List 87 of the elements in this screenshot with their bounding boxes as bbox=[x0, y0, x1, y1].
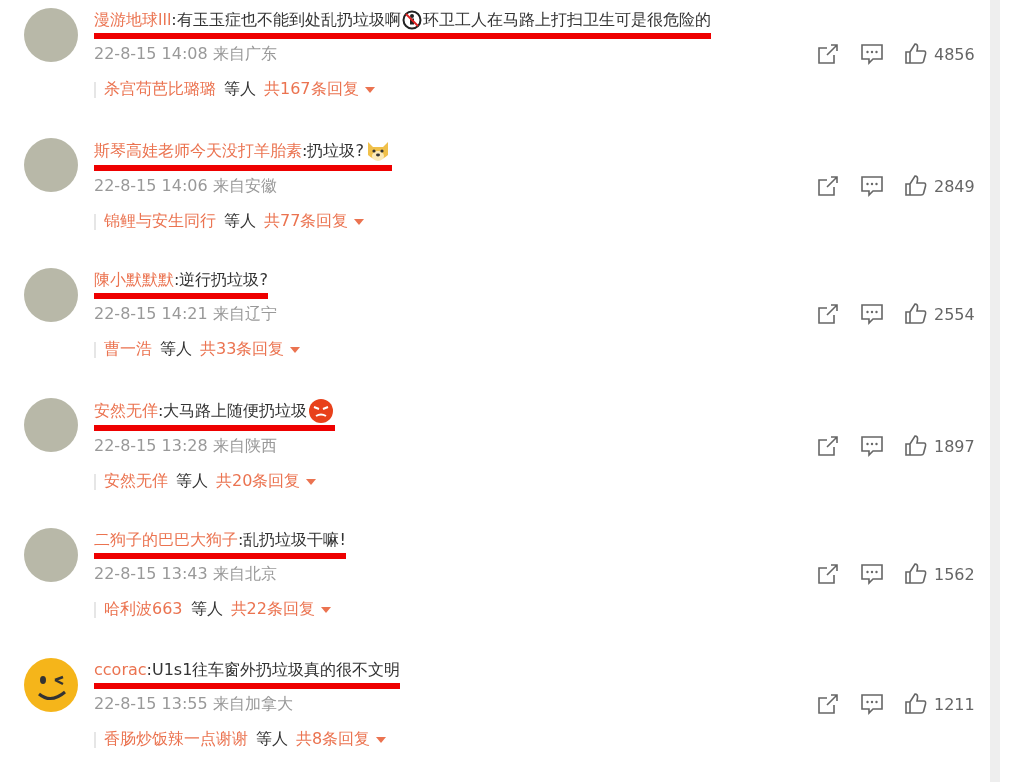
comment-time: 22-8-15 14:08 来自广东 bbox=[94, 43, 277, 65]
share-icon bbox=[816, 692, 840, 716]
comment-time: 22-8-15 13:43 来自北京 bbox=[94, 563, 277, 585]
angry-face-emoji-icon bbox=[308, 398, 335, 424]
username-link[interactable]: 斯琴高娃老师今天没打羊胎素 bbox=[94, 139, 302, 163]
reply-label: 等人 bbox=[190, 599, 223, 620]
share-button[interactable] bbox=[816, 434, 840, 458]
share-button[interactable] bbox=[816, 692, 840, 716]
share-button[interactable] bbox=[816, 562, 840, 586]
reply-count-link[interactable]: 共77条回复 bbox=[264, 211, 365, 232]
reply-user-link[interactable]: 哈利波663 bbox=[104, 599, 183, 620]
avatar-photo bbox=[24, 268, 78, 322]
thumbs-up-icon bbox=[904, 302, 928, 326]
comment-icon bbox=[860, 562, 884, 586]
comment-button[interactable] bbox=[860, 434, 884, 458]
thumbs-up-icon bbox=[904, 562, 928, 586]
share-icon bbox=[816, 42, 840, 66]
comment-icon bbox=[860, 692, 884, 716]
avatar-photo bbox=[24, 8, 78, 62]
caret-icon bbox=[306, 477, 317, 486]
comment-icon bbox=[860, 42, 884, 66]
comment-time: 22-8-15 14:21 来自辽宁 bbox=[94, 303, 277, 325]
like-button[interactable]: 1211 bbox=[904, 692, 984, 716]
like-button[interactable]: 1562 bbox=[904, 562, 984, 586]
reply-user-link[interactable]: 安然无佯 bbox=[104, 471, 168, 492]
comment-text: :U1s1往车窗外扔垃圾真的很不文明 bbox=[146, 659, 401, 681]
like-button[interactable]: 2554 bbox=[904, 302, 984, 326]
share-icon bbox=[816, 302, 840, 326]
comment-text: 环卫工人在马路上打扫卫生可是很危险的 bbox=[422, 9, 711, 31]
caret-icon bbox=[290, 345, 301, 354]
reply-count-link[interactable]: 共167条回复 bbox=[264, 79, 375, 100]
username-link[interactable]: 漫游地球lll bbox=[94, 8, 172, 32]
avatar-photo bbox=[24, 398, 78, 452]
avatar-photo bbox=[24, 528, 78, 582]
thumbs-up-icon bbox=[904, 174, 928, 198]
share-button[interactable] bbox=[816, 42, 840, 66]
comment-icon bbox=[860, 434, 884, 458]
reply-user-link[interactable]: 曹一浩 bbox=[104, 339, 152, 360]
reply-user-link[interactable]: 杀宫苟芭比璐璐 bbox=[104, 79, 216, 100]
caret-icon bbox=[320, 605, 331, 614]
thumbs-up-icon bbox=[904, 692, 928, 716]
reply-label: 等人 bbox=[256, 729, 288, 750]
share-button[interactable] bbox=[816, 174, 840, 198]
like-button[interactable]: 1897 bbox=[904, 434, 984, 458]
winking-smiley-avatar bbox=[24, 658, 78, 712]
username-link[interactable]: 二狗子的巴巴大狗子 bbox=[94, 528, 238, 552]
like-button[interactable]: 2849 bbox=[904, 174, 984, 198]
reply-label: 等人 bbox=[224, 79, 256, 100]
comment-button[interactable] bbox=[860, 42, 884, 66]
share-icon bbox=[816, 174, 840, 198]
comment-text: :逆行扔垃圾? bbox=[174, 269, 268, 291]
reply-count-link[interactable]: 共33条回复 bbox=[200, 339, 301, 360]
username-link[interactable]: 陳小默默默 bbox=[94, 268, 174, 292]
thumbs-up-icon bbox=[904, 434, 928, 458]
reply-user-link[interactable]: 香肠炒饭辣一点谢谢 bbox=[104, 729, 248, 750]
comment-text: :扔垃圾? bbox=[302, 140, 364, 162]
reply-count-link[interactable]: 共22条回复 bbox=[230, 599, 331, 620]
comment-button[interactable] bbox=[860, 692, 884, 716]
share-icon bbox=[816, 434, 840, 458]
comment-button[interactable] bbox=[860, 562, 884, 586]
thumbs-up-icon bbox=[904, 42, 928, 66]
comment-button[interactable] bbox=[860, 174, 884, 198]
username-link[interactable]: 安然无佯 bbox=[94, 399, 158, 423]
caret-icon bbox=[354, 217, 365, 226]
comment-text: :有玉玉症也不能到处乱扔垃圾啊 bbox=[171, 9, 401, 31]
comment-button[interactable] bbox=[860, 302, 884, 326]
caret-icon bbox=[364, 85, 375, 94]
no-litter-sign-icon bbox=[401, 10, 422, 30]
comment-time: 22-8-15 13:28 来自陕西 bbox=[94, 435, 277, 457]
comment-time: 22-8-15 14:06 来自安徽 bbox=[94, 175, 277, 197]
comment-time: 22-8-15 13:55 来自加拿大 bbox=[94, 693, 293, 715]
reply-user-link[interactable]: 锦鲤与安生同行 bbox=[104, 211, 216, 232]
comment-text: :乱扔垃圾干嘛! bbox=[238, 529, 346, 551]
share-icon bbox=[816, 562, 840, 586]
comment-icon bbox=[860, 174, 884, 198]
avatar-photo bbox=[24, 138, 78, 192]
comment-icon bbox=[860, 302, 884, 326]
like-button[interactable]: 4856 bbox=[904, 42, 984, 66]
caret-icon bbox=[376, 735, 387, 744]
comment-text: :大马路上随便扔垃圾 bbox=[158, 400, 308, 422]
reply-count-link[interactable]: 共8条回复 bbox=[296, 729, 387, 750]
username-link[interactable]: ccorac bbox=[94, 658, 147, 682]
reply-label: 等人 bbox=[224, 211, 256, 232]
reply-count-link[interactable]: 共20条回复 bbox=[216, 471, 317, 492]
share-button[interactable] bbox=[816, 302, 840, 326]
reply-label: 等人 bbox=[176, 471, 208, 492]
reply-label: 等人 bbox=[160, 339, 192, 360]
